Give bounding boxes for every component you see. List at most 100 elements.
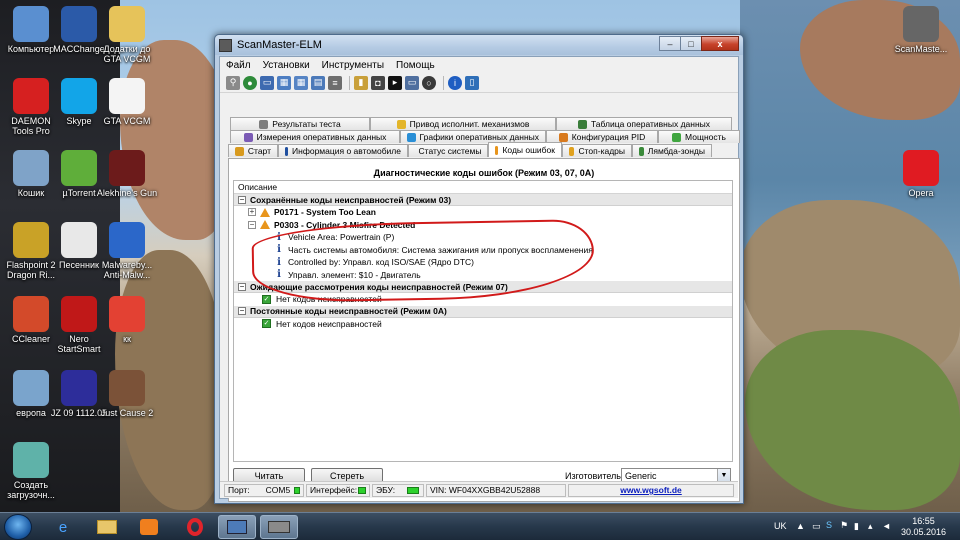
menu-settings[interactable]: Установки (257, 60, 316, 71)
connect-icon[interactable]: ⚲ (226, 75, 240, 90)
scanmaster-window[interactable]: ScanMaster-ELM – □ x Файл Установки Инст… (214, 34, 744, 504)
book-icon[interactable]: ▯ (465, 75, 479, 90)
desktop-shortcut-label: Додатки до GTA VCGM (103, 44, 151, 64)
toolbar-separator (349, 75, 350, 90)
info-icon: i (277, 256, 281, 268)
collapse-icon[interactable]: − (238, 282, 246, 291)
clock[interactable]: 16:55 30.05.2016 (901, 516, 946, 538)
ccleaner-icon (13, 296, 49, 332)
freeze-frame-icon (569, 146, 575, 156)
dtc-row[interactable]: − P0303 - Cylinder 3 Misfire Detected (234, 219, 732, 232)
collapse-icon[interactable]: − (248, 220, 256, 229)
tab-info[interactable]: Информация о автомобиле (278, 144, 408, 157)
dtc-tree[interactable]: Описание − Сохранённые коды неисправност… (233, 180, 733, 462)
tab-label: Таблица оперативных данных (590, 119, 711, 129)
language-indicator[interactable]: UK (774, 521, 787, 531)
folder-icon (109, 6, 145, 42)
manufacturer-label: Изготовитель (565, 471, 621, 481)
taskbar-scanmaster-icon[interactable] (260, 515, 298, 539)
table-icon[interactable]: ▦ (277, 75, 291, 90)
tab-start[interactable]: Старт (228, 144, 278, 157)
manufacturer-value: Generic (625, 470, 657, 481)
collapse-icon[interactable]: − (238, 195, 246, 204)
gauge-icon (243, 132, 253, 142)
monitor-icon[interactable]: ▭ (260, 75, 274, 90)
dtc-detail-row[interactable]: i Управл. элемент: $10 - Двигатель (234, 269, 732, 282)
terminal-icon[interactable]: ▸ (388, 75, 402, 90)
tab-freeze-frame[interactable]: Стоп-кадры (562, 144, 632, 157)
group-stored-codes[interactable]: − Сохранённые коды неисправностей (Режим… (234, 194, 732, 206)
tray-skype-icon[interactable]: S (826, 520, 832, 530)
tab-config[interactable]: Конфигурация PID (546, 130, 658, 143)
collapse-icon[interactable]: − (238, 307, 246, 315)
group-pending-codes[interactable]: − Ожидающие рассмотрения коды неисправно… (234, 281, 732, 293)
tab-gauge[interactable]: Измерения оперативных данных (230, 130, 400, 143)
group-permanent-codes[interactable]: − Постоянные коды неисправностей (Режим … (234, 305, 732, 318)
tab-label: Стоп-кадры (578, 146, 625, 156)
taskbar-ie-icon[interactable]: e (44, 515, 82, 539)
desktop-shortcut[interactable]: Just Cause 2 (96, 370, 158, 418)
desktop-shortcut[interactable]: Додатки до GTA VCGM (96, 6, 158, 64)
dtc-detail-row[interactable]: i Vehicle Area: Powertrain (P) (234, 231, 732, 244)
tab-warning[interactable]: Коды ошибок (488, 142, 562, 157)
tab-row-3: Старт Информация о автомобиле Статус систе… (228, 142, 712, 157)
desktop-shortcut[interactable]: GTA VCGM (96, 78, 158, 126)
clock-time: 16:55 (912, 516, 935, 526)
menu-file[interactable]: Файл (220, 60, 257, 71)
dtc-row[interactable]: + P0171 - System Too Lean (234, 206, 732, 219)
desktop-shortcut[interactable]: ScanMaste... (890, 6, 952, 54)
website-link[interactable]: www.wgsoft.de (620, 485, 682, 495)
minimize-button[interactable]: – (659, 36, 681, 51)
warning-icon (495, 145, 499, 155)
disc-icon[interactable]: ○ (422, 75, 436, 90)
ecu-led-icon (407, 486, 420, 494)
wallpaper-rock (745, 330, 960, 510)
document-icon (61, 222, 97, 258)
tab-label: Коды ошибок (502, 145, 555, 155)
tray-battery-icon[interactable]: ▮ (854, 521, 859, 532)
tab-table[interactable]: Таблица оперативных данных (556, 117, 732, 130)
tab-lightbulb[interactable]: Привод исполнит. механизмов (370, 117, 556, 130)
grid-icon[interactable]: ▦ (294, 75, 308, 90)
tab-gear[interactable]: Результаты теста (230, 117, 370, 130)
tray-arrow-icon[interactable]: ▲ (796, 521, 805, 531)
desktop-shortcut[interactable]: кк (96, 296, 158, 344)
desktop-shortcut[interactable]: Создать загрузочн... (0, 442, 62, 500)
tab-label: Привод исполнит. механизмов (409, 119, 530, 129)
maximize-button[interactable]: □ (680, 36, 702, 51)
tab-power[interactable]: Мощность (658, 130, 740, 143)
tab-row-1: Результаты теста Привод исполнит. механиз… (230, 117, 732, 130)
taskbar-media-player-icon[interactable] (130, 515, 168, 539)
menu-tools[interactable]: Инструменты (316, 60, 390, 71)
card-icon[interactable]: ▭ (405, 75, 419, 90)
tray-volume-icon[interactable]: ◄ (882, 521, 891, 531)
tray-signal-icon[interactable]: ▴ (868, 521, 873, 532)
chart-icon[interactable]: ▤ (311, 75, 325, 90)
status-port: Порт: COM5 (224, 483, 304, 497)
dtc-detail-row[interactable]: i Часть системы автомобиля: Система зажи… (234, 244, 732, 257)
expand-icon[interactable]: + (248, 208, 256, 217)
tray-monitor-icon[interactable]: ▭ (812, 521, 821, 532)
taskbar-network-app-icon[interactable] (218, 515, 256, 539)
tray-flag-icon[interactable]: ⚑ (840, 520, 848, 531)
taskbar-explorer-icon[interactable] (88, 515, 126, 539)
info-icon[interactable]: i (448, 75, 462, 90)
clipboard-icon[interactable]: ▮ (354, 75, 368, 90)
tab-status[interactable]: Статус системы (408, 144, 488, 157)
tab-sensor[interactable]: Лямбда-зонды (632, 144, 712, 157)
info-icon: i (277, 231, 281, 243)
desktop-shortcut[interactable]: Malwareby... Anti-Malw... (96, 222, 158, 280)
no-codes-row[interactable]: ✓ Нет кодов неисправностей (234, 293, 732, 306)
start-button[interactable] (4, 514, 32, 540)
dtc-detail-row[interactable]: i Controlled by: Управл. код ISO/SAE (Яд… (234, 256, 732, 269)
menu-help[interactable]: Помощь (390, 60, 441, 71)
no-codes-row[interactable]: ✓ Нет кодов неисправностей (234, 318, 732, 331)
camera-icon[interactable]: ◘ (371, 75, 385, 90)
desktop-shortcut[interactable]: Alekhine's Gun (96, 150, 158, 198)
desktop-shortcut[interactable]: Opera (890, 150, 952, 198)
list-icon[interactable]: ≡ (328, 75, 342, 90)
globe-icon[interactable]: ● (243, 75, 257, 90)
window-titlebar[interactable]: ScanMaster-ELM – □ x (215, 35, 743, 55)
taskbar-opera-icon[interactable] (176, 515, 214, 539)
close-button[interactable]: x (701, 36, 739, 51)
